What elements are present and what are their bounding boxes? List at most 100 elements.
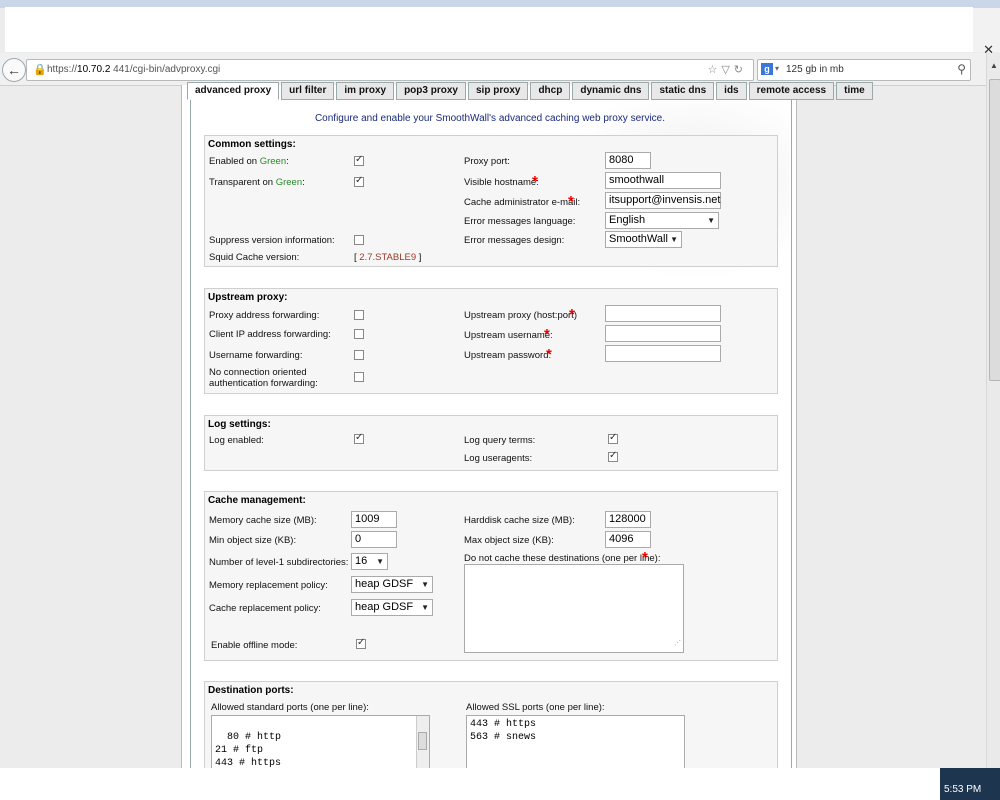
tab-advanced-proxy[interactable]: advanced proxy (187, 82, 280, 100)
google-icon[interactable]: g (761, 63, 773, 75)
harddisk-cache-size-label: Harddisk cache size (MB): (464, 515, 575, 526)
upstream-username-label: Upstream username: (464, 330, 553, 341)
search-icon[interactable]: ⚲ (957, 62, 966, 76)
window-controls: ✕ (973, 8, 1000, 57)
ssl-ports-label: Allowed SSL ports (one per line): (466, 702, 605, 713)
required-star-icon: * (532, 173, 538, 190)
chevron-down-icon: ▼ (421, 580, 429, 589)
client-ip-forwarding-label: Client IP address forwarding: (209, 329, 331, 340)
no-cache-destinations-textarea[interactable]: ⋰ (464, 564, 684, 653)
textarea-scrollbar[interactable] (416, 716, 429, 774)
tab-sip-proxy[interactable]: sip proxy (467, 82, 529, 100)
scrollbar-thumb[interactable] (418, 732, 427, 750)
username-forwarding-checkbox[interactable] (354, 350, 364, 360)
level1-subdirs-select[interactable]: 16 ▼ (351, 553, 388, 570)
bottom-overlay (0, 768, 940, 800)
tab-static-dns[interactable]: static dns (651, 82, 715, 100)
error-design-select[interactable]: SmoothWall ▼ (605, 231, 682, 248)
lock-icon: 🔒 (33, 64, 47, 76)
log-useragents-checkbox[interactable] (608, 450, 618, 462)
select-value: SmoothWall (609, 233, 668, 245)
max-object-size-label: Max object size (KB): (464, 535, 554, 546)
label-colon: : (286, 156, 289, 167)
max-object-size-input[interactable]: 4096 (605, 531, 651, 548)
dropdown-icon[interactable]: ▽ (721, 64, 733, 76)
no-connection-label-line1: No connection oriented (209, 367, 307, 378)
transparent-on-green-label: Transparent on Green: (209, 177, 305, 188)
bookmark-star-icon[interactable]: ☆ (707, 64, 721, 76)
chevron-down-icon: ▼ (670, 235, 678, 244)
section-title: Destination ports: (208, 685, 294, 696)
memory-policy-select[interactable]: heap GDSF ▼ (351, 576, 433, 593)
resize-grip-icon[interactable]: ⋰ (674, 638, 681, 651)
ssl-ports-textarea[interactable]: 443 # https 563 # snews (466, 715, 685, 775)
proxy-port-label: Proxy port: (464, 156, 510, 167)
suppress-version-checkbox[interactable] (354, 235, 364, 245)
cache-policy-select[interactable]: heap GDSF ▼ (351, 599, 433, 616)
log-query-terms-checkbox[interactable] (608, 432, 618, 444)
search-engine-dropdown-icon[interactable]: ▾ (775, 64, 779, 73)
upstream-username-input[interactable] (605, 325, 721, 342)
upstream-password-input[interactable] (605, 345, 721, 362)
username-forwarding-label: Username forwarding: (209, 350, 303, 361)
tab-remote-access[interactable]: remote access (748, 82, 835, 100)
log-enabled-checkbox[interactable] (354, 432, 364, 444)
squid-version-value: [ 2.7.STABLE9 ] (354, 252, 421, 263)
tab-im-proxy[interactable]: im proxy (336, 82, 395, 100)
search-input[interactable]: 125 gb in mb (786, 64, 844, 75)
page-scrollbar[interactable]: ▲ (986, 53, 1000, 768)
upstream-host-port-label: Upstream proxy (host:port) (464, 310, 577, 321)
proxy-port-input[interactable]: 8080 (605, 152, 651, 169)
enabled-checkbox[interactable] (354, 154, 364, 166)
proxy-address-forwarding-checkbox[interactable] (354, 310, 364, 320)
memory-cache-size-label: Memory cache size (MB): (209, 515, 317, 526)
tab-time[interactable]: time (836, 82, 873, 100)
reload-icon[interactable]: ↻ (734, 64, 747, 76)
no-connection-label-line2: authentication forwarding: (209, 378, 318, 389)
transparent-checkbox[interactable] (354, 175, 364, 187)
tab-dynamic-dns[interactable]: dynamic dns (572, 82, 650, 100)
min-object-size-label: Min object size (KB): (209, 535, 297, 546)
scroll-up-icon[interactable]: ▲ (987, 61, 1000, 73)
required-star-icon: * (544, 326, 550, 343)
no-cache-destinations-label: Do not cache these destinations (one per… (464, 553, 661, 564)
upstream-host-port-input[interactable] (605, 305, 721, 322)
scrollbar-thumb[interactable] (989, 79, 1000, 381)
tab-dhcp[interactable]: dhcp (530, 82, 571, 100)
label-text: Enabled on (209, 156, 260, 167)
tab-url-filter[interactable]: url filter (281, 82, 335, 100)
cache-policy-label: Cache replacement policy: (209, 603, 321, 614)
visible-hostname-label: Visible hostname: (464, 177, 539, 188)
url-path: 441/cgi-bin/advproxy.cgi (110, 64, 221, 75)
required-star-icon: * (642, 549, 648, 566)
back-button[interactable]: ← (2, 58, 26, 82)
visible-hostname-input[interactable]: smoothwall (605, 172, 721, 189)
tab-pop3-proxy[interactable]: pop3 proxy (396, 82, 466, 100)
offline-mode-checkbox[interactable] (356, 637, 366, 649)
green-text: Green (275, 177, 303, 188)
standard-ports-textarea[interactable]: 80 # http 21 # ftp 443 # https 563 # sne… (211, 715, 430, 775)
select-value: 16 (355, 555, 368, 567)
client-ip-forwarding-checkbox[interactable] (354, 329, 364, 339)
required-star-icon: * (569, 306, 575, 323)
min-object-size-input[interactable]: 0 (351, 531, 397, 548)
error-language-select[interactable]: English ▼ (605, 212, 719, 229)
taskbar-clock[interactable]: 5:53 PM (944, 784, 981, 795)
label-colon: : (302, 177, 305, 188)
log-useragents-label: Log useragents: (464, 453, 533, 464)
error-language-label: Error messages language: (464, 216, 576, 227)
search-bar[interactable]: g ▾ 125 gb in mb ⚲ (757, 59, 971, 81)
harddisk-cache-size-input[interactable]: 128000 (605, 511, 651, 528)
chevron-down-icon: ▼ (421, 603, 429, 612)
textarea-content: 443 # https 563 # snews (470, 719, 537, 743)
tab-ids[interactable]: ids (716, 82, 747, 100)
memory-policy-label: Memory replacement policy: (209, 580, 328, 591)
no-connection-auth-checkbox[interactable] (354, 372, 364, 382)
memory-cache-size-input[interactable]: 1009 (351, 511, 397, 528)
enabled-on-green-label: Enabled on Green: (209, 156, 289, 167)
admin-email-input[interactable]: itsupport@invensis.net (605, 192, 721, 209)
arrow-left-icon: ← (7, 62, 21, 78)
admin-email-label: Cache administrator e-mail: (464, 197, 581, 208)
url-bar[interactable]: 🔒 https://10.70.2 441/cgi-bin/advproxy.c… (26, 59, 754, 81)
section-title: Cache management: (208, 495, 306, 506)
